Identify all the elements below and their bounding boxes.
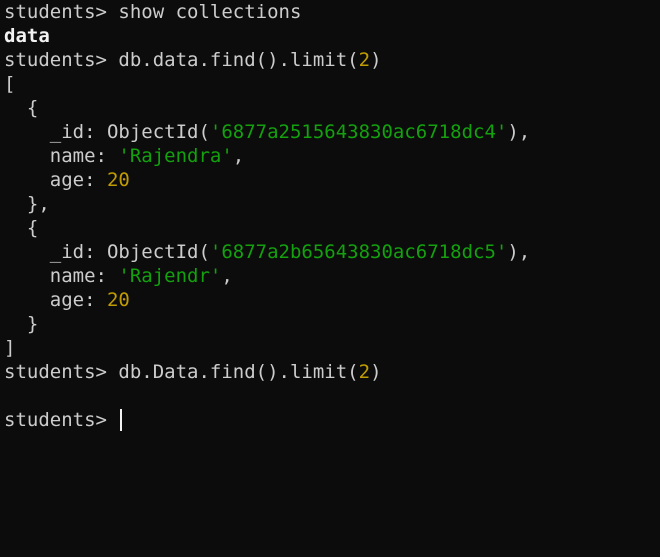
field-key: name: xyxy=(4,145,119,167)
command-text: db.Data.find().limit( xyxy=(118,361,359,383)
field-key: age: xyxy=(4,289,107,311)
number-literal: 20 xyxy=(106,169,130,191)
output-line: { xyxy=(4,97,39,119)
prompt: students> xyxy=(4,361,119,383)
text-cursor xyxy=(120,409,123,431)
output-line: age: 20 xyxy=(4,168,660,192)
string-literal: '6877a2515643830ac6718dc4' xyxy=(209,121,508,143)
terminal-line: students> db.data.find().limit(2) xyxy=(4,48,660,72)
command-text: ) xyxy=(370,361,382,383)
punctuation: ), xyxy=(507,241,531,263)
output-line: { xyxy=(4,217,39,239)
string-literal: 'Rajendra' xyxy=(118,145,233,167)
punctuation: , xyxy=(232,145,245,167)
command-text: ) xyxy=(370,49,382,71)
output-line: ] xyxy=(4,337,16,359)
output-line: name: 'Rajendra', xyxy=(4,144,660,168)
output-line: [ xyxy=(4,73,16,95)
output-line: _id: ObjectId('6877a2515643830ac6718dc4'… xyxy=(4,120,660,144)
output-line: }, xyxy=(4,193,50,215)
terminal-line: students> show collections xyxy=(4,0,660,24)
output-line: data xyxy=(4,25,50,47)
field-key: name: xyxy=(4,265,119,287)
string-literal: 'Rajendr' xyxy=(118,265,222,287)
punctuation: ), xyxy=(507,121,531,143)
command-text: show collections xyxy=(118,1,302,23)
field-key: _id: ObjectId( xyxy=(4,241,210,263)
terminal-window[interactable]: students> show collections data students… xyxy=(0,0,660,557)
terminal-line: students> db.Data.find().limit(2) xyxy=(4,360,660,384)
punctuation: , xyxy=(221,265,233,287)
output-line: } xyxy=(4,313,39,335)
prompt: students> xyxy=(4,409,119,431)
prompt: students> xyxy=(4,1,119,23)
output-line: name: 'Rajendr', xyxy=(4,264,660,288)
field-key: age: xyxy=(4,169,107,191)
number-literal: 2 xyxy=(358,361,371,383)
prompt: students> xyxy=(4,49,119,71)
string-literal: '6877a2b65643830ac6718dc5' xyxy=(209,241,508,263)
terminal-input-line[interactable]: students> xyxy=(4,408,660,432)
number-literal: 20 xyxy=(106,289,130,311)
field-key: _id: ObjectId( xyxy=(4,121,210,143)
command-text: db.data.find().limit( xyxy=(118,49,359,71)
output-line: age: 20 xyxy=(4,288,660,312)
number-literal: 2 xyxy=(358,49,371,71)
output-line: _id: ObjectId('6877a2b65643830ac6718dc5'… xyxy=(4,240,660,264)
